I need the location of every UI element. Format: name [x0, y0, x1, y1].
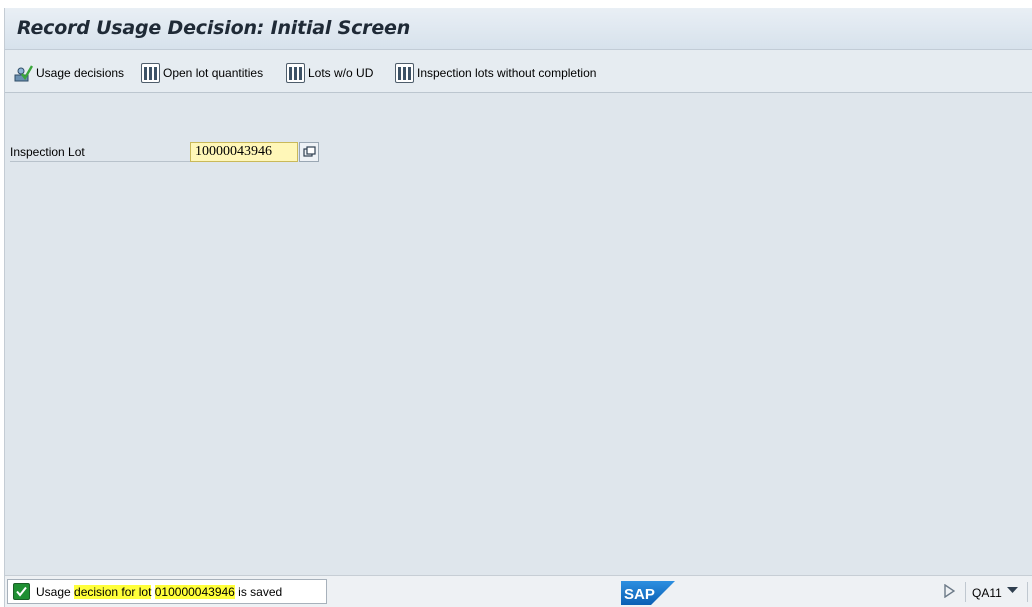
success-check-icon — [13, 583, 30, 600]
chevron-down-icon[interactable] — [1007, 587, 1018, 595]
status-suffix: is saved — [234, 584, 283, 599]
status-bar: Usage decision for lot 010000043946 is s… — [5, 575, 1032, 607]
status-edge — [1027, 582, 1028, 602]
main-content: Inspection Lot — [5, 94, 1032, 575]
open-lot-quantities-button[interactable]: Open lot quantities — [141, 62, 263, 84]
page-title: Record Usage Decision: Initial Screen — [17, 17, 411, 39]
value-help-icon — [303, 146, 316, 157]
usage-decision-icon — [13, 63, 34, 83]
status-message[interactable]: Usage decision for lot 010000043946 is s… — [7, 579, 327, 604]
inspection-lot-input[interactable] — [190, 142, 298, 162]
lots-without-ud-label: Lots w/o UD — [308, 66, 374, 80]
play-icon[interactable] — [943, 584, 955, 598]
worklist-icon — [395, 63, 414, 83]
transaction-code[interactable]: QA11 — [972, 586, 1002, 600]
sap-logo-text: SAP — [624, 586, 655, 603]
status-separator — [965, 582, 966, 602]
inspection-lot-label: Inspection Lot — [10, 144, 190, 162]
sap-window: Record Usage Decision: Initial Screen Us… — [4, 8, 1032, 607]
title-bar: Record Usage Decision: Initial Screen — [5, 8, 1032, 50]
lots-without-ud-button[interactable]: Lots w/o UD — [286, 62, 373, 84]
worklist-icon — [286, 63, 305, 83]
sap-logo: SAP — [621, 581, 675, 605]
status-prefix: Usage — [36, 584, 75, 599]
application-toolbar: Usage decisions Open lot quantities Lots… — [5, 50, 1032, 93]
open-lot-quantities-label: Open lot quantities — [163, 66, 264, 80]
inspection-lots-without-completion-button[interactable]: Inspection lots without completion — [395, 62, 596, 84]
status-lot-number: 010000043946 — [154, 584, 235, 599]
value-help-button[interactable] — [299, 142, 319, 162]
usage-decisions-label: Usage decisions — [36, 66, 125, 80]
status-text: Usage decision for lot 010000043946 is s… — [36, 584, 283, 599]
worklist-icon — [141, 63, 160, 83]
inspection-lots-without-completion-label: Inspection lots without completion — [417, 66, 597, 80]
usage-decisions-button[interactable]: Usage decisions — [13, 62, 124, 84]
status-highlight-text: decision for lot — [74, 584, 152, 599]
